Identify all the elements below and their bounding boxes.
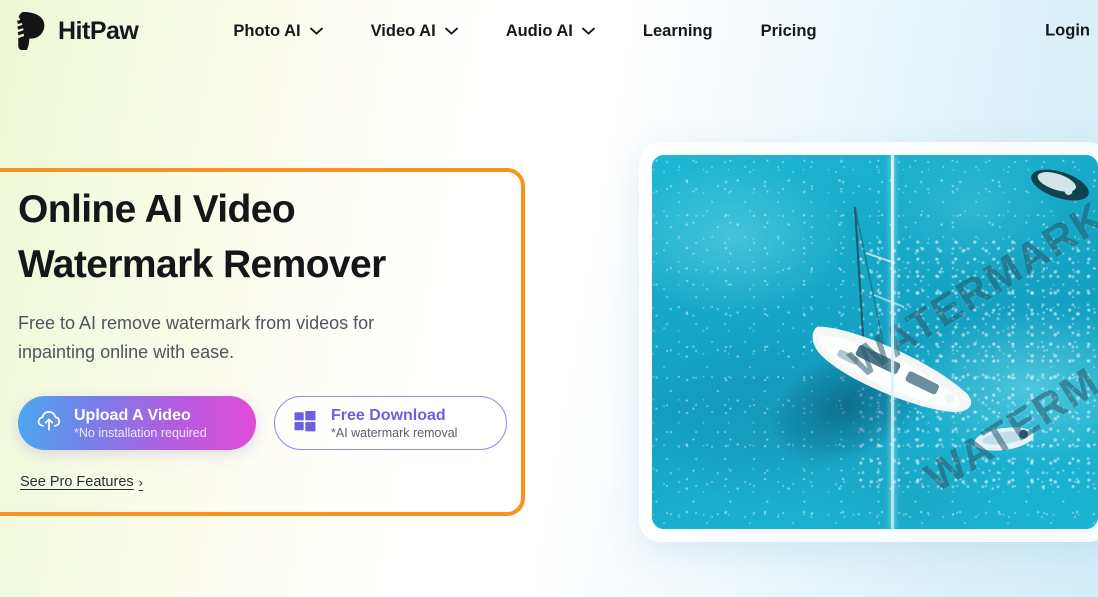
nav-item-label: Video AI [370, 21, 436, 40]
brand-name: HitPaw [58, 16, 139, 45]
hero-subtitle: Free to AI remove watermark from videos … [18, 312, 375, 362]
chevron-down-icon [309, 27, 323, 35]
upload-button-label: Upload A Video [74, 406, 191, 424]
main-nav: Photo AI Video AI Audio AI Learning Pric… [209, 22, 840, 41]
nav-item-learning[interactable]: Learning [619, 22, 737, 41]
media-frame: WATERMARK WATERMARK [652, 155, 1098, 529]
nav-item-label: Pricing [760, 21, 817, 40]
login-button[interactable]: Login [1045, 22, 1098, 41]
sailboat-photo-subject [812, 169, 1089, 451]
hitpaw-paw-logo-icon [14, 11, 48, 51]
page-title: Online AI Video Watermark Remover [18, 188, 386, 287]
site-header: HitPaw Photo AI Video AI Audio AI Learni… [0, 0, 1098, 62]
comparison-slider-handle[interactable] [890, 155, 894, 529]
nav-item-video-ai[interactable]: Video AI [347, 22, 482, 41]
nav-item-pricing[interactable]: Pricing [737, 22, 841, 41]
upload-a-video-button[interactable]: Upload A Video *No installation required [18, 396, 256, 451]
nav-item-audio-ai[interactable]: Audio AI [482, 22, 619, 41]
download-button-note: *AI watermark removal [331, 425, 458, 440]
cloud-upload-icon [36, 408, 62, 439]
free-download-button[interactable]: Free Download *AI watermark removal [274, 396, 507, 451]
nav-item-label: Photo AI [233, 21, 301, 40]
nav-item-photo-ai[interactable]: Photo AI [209, 22, 346, 41]
chevron-down-icon [581, 27, 595, 35]
windows-icon [293, 409, 317, 438]
upload-button-note: *No installation required [74, 425, 207, 440]
chevron-down-icon [444, 27, 458, 35]
before-after-preview[interactable]: WATERMARK WATERMARK [639, 142, 1098, 542]
nav-item-label: Learning [642, 21, 713, 40]
pro-link-label: See Pro Features [20, 474, 134, 491]
nav-item-label: Audio AI [505, 21, 573, 40]
download-button-label: Free Download [331, 406, 446, 424]
hero-highlight-card: Online AI Video Watermark Remover Free t… [0, 168, 525, 516]
chevron-right-icon: › [138, 474, 143, 490]
cta-row: Upload A Video *No installation required… [18, 396, 518, 451]
see-pro-features-link[interactable]: See Pro Features › [20, 474, 143, 490]
brand-logo[interactable]: HitPaw [14, 11, 139, 51]
